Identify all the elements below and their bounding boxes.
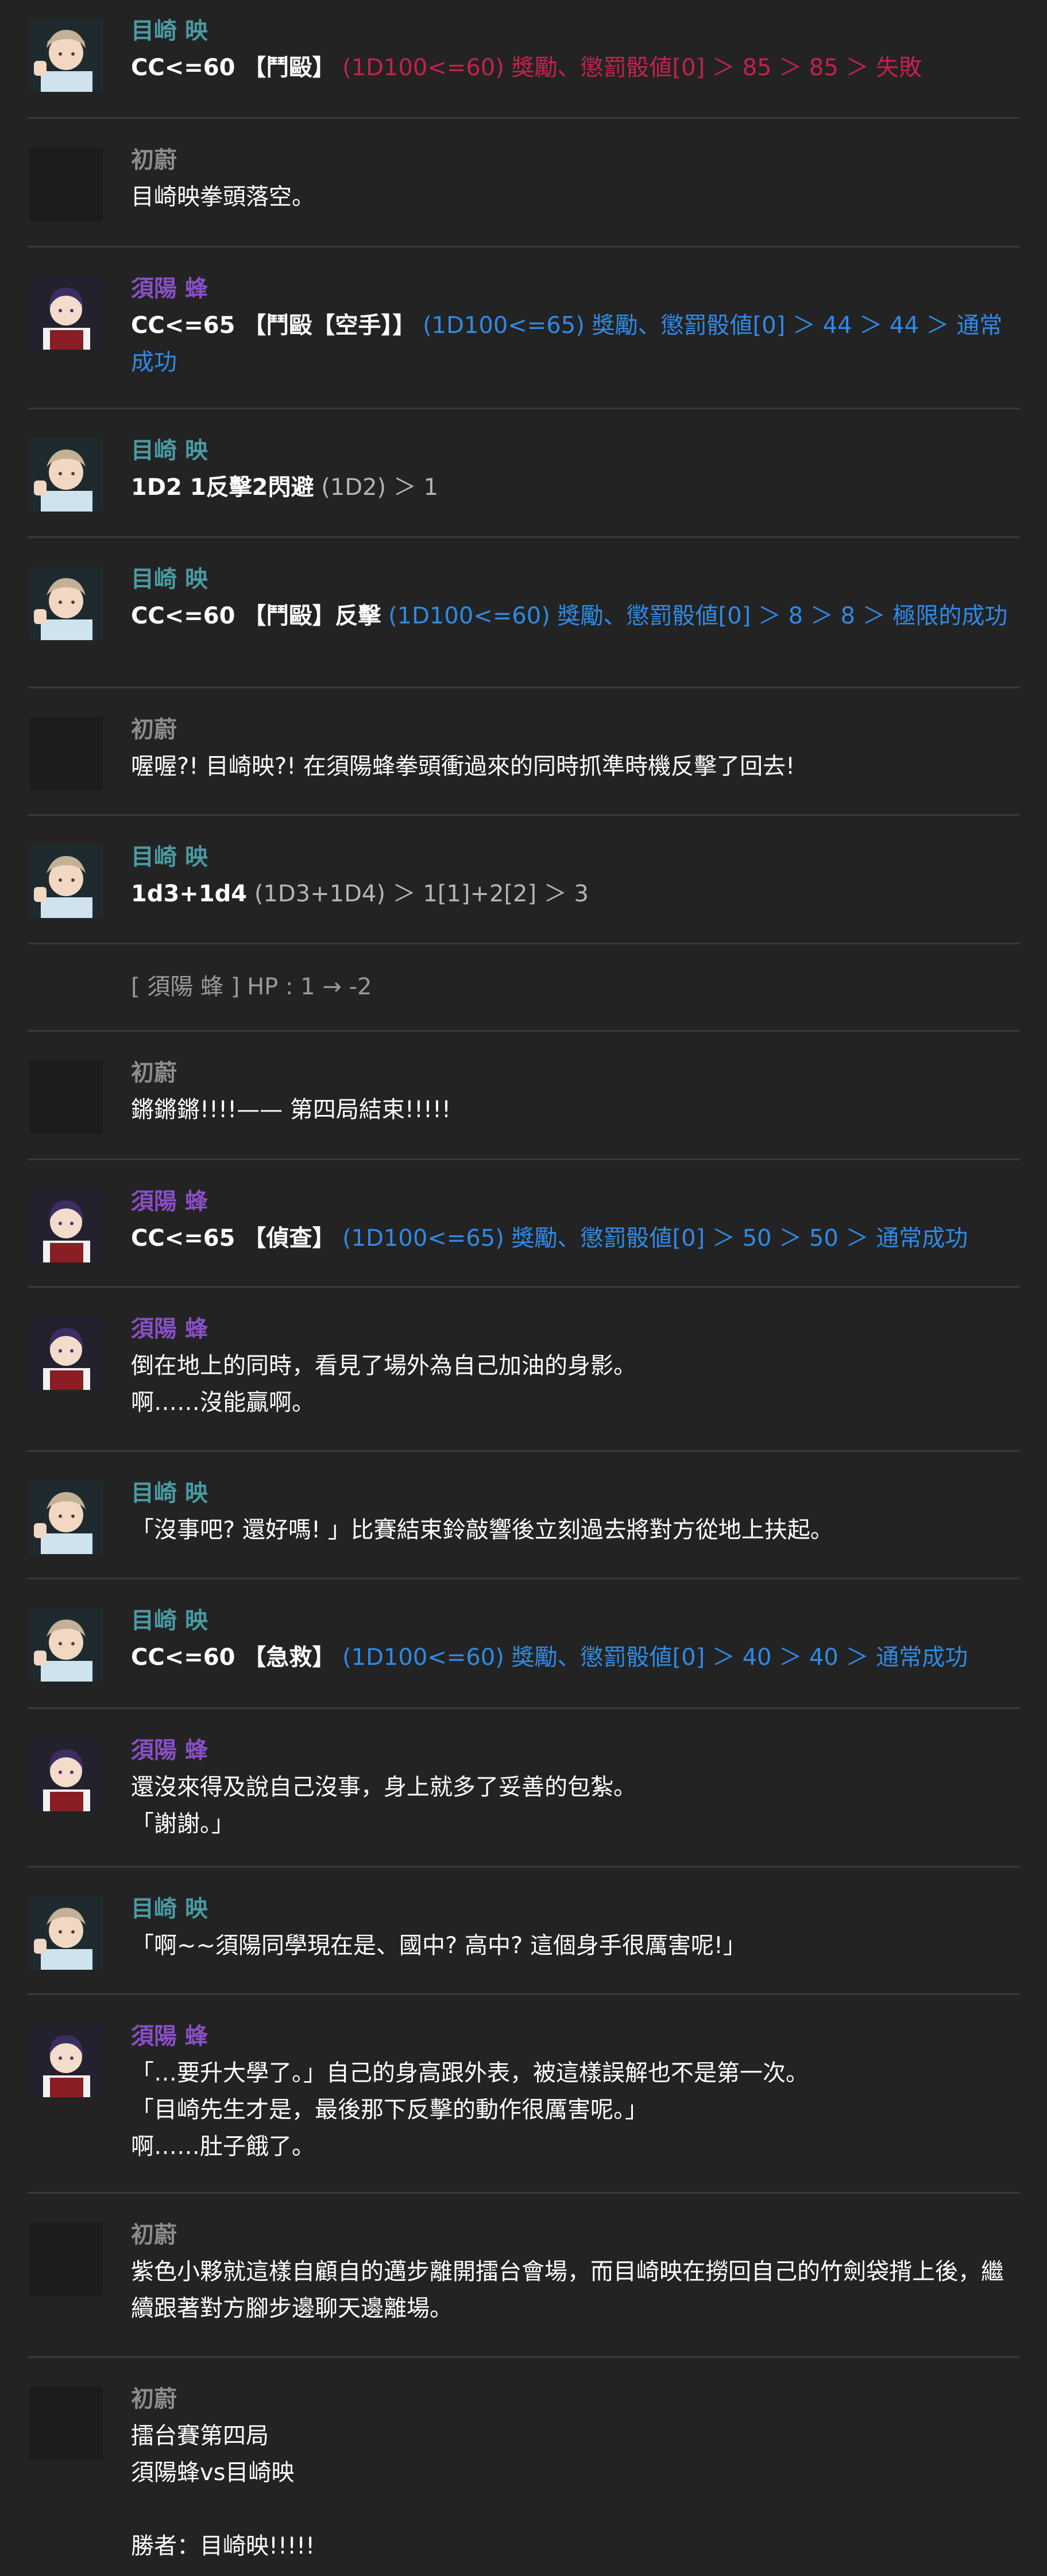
message-text: 「…要升大學了。」自己的身高跟外表，被這樣誤解也不是第一次。 「目崎先生才是，最… bbox=[131, 2060, 809, 2160]
avatar-suyo bbox=[29, 2024, 103, 2097]
speaker-name: 初蔚 bbox=[131, 2386, 177, 2412]
message-text: 喔喔?! 目崎映?! 在須陽蜂拳頭衝過來的同時抓準時機反擊了回去! bbox=[131, 753, 795, 780]
chat-message: 目崎 映 CC<=60 【急救】 (1D100<=60) 獎勵、懲罰骰値[0] … bbox=[28, 1579, 1019, 1709]
dice-roll-line: 1D2 1反擊2閃避 (1D2) ＞ 1 bbox=[131, 469, 1019, 506]
dice-command: CC<=60 【鬥毆】 bbox=[131, 55, 335, 81]
avatar-suyo bbox=[29, 276, 103, 350]
message-text: 倒在地上的同時，看見了場外為自己加油的身影。 啊……沒能贏啊。 bbox=[131, 1353, 636, 1416]
avatar-meguri bbox=[29, 567, 103, 640]
message-text: 「沒事吧? 還好嗎! 」比賽結束鈴敲響後立刻過去將對方從地上扶起。 bbox=[131, 1517, 833, 1543]
hp-change-text: [ 須陽 蜂 ] HP : 1 → -2 bbox=[131, 974, 372, 1000]
avatar-suyo bbox=[29, 1738, 103, 1811]
speaker-name: 目崎 映 bbox=[131, 1607, 208, 1634]
message-text: 擂台賽第四局 須陽蜂vs目崎映 勝者：目崎映!!!!! bbox=[131, 2423, 315, 2559]
dice-command: CC<=60 【鬥毆】反擊 bbox=[131, 603, 381, 629]
speaker-name: 初蔚 bbox=[131, 2222, 177, 2248]
avatar-blank bbox=[29, 2222, 103, 2296]
dice-result: (1D100<=60) 獎勵、懲罰骰値[0] ＞ 8 ＞ 8 ＞ 極限的成功 bbox=[388, 603, 1008, 629]
chat-message: 須陽 蜂 CC<=65 【偵查】 (1D100<=65) 獎勵、懲罰骰値[0] … bbox=[28, 1160, 1019, 1288]
speaker-name: 須陽 蜂 bbox=[131, 276, 208, 302]
avatar-meguri bbox=[29, 1896, 103, 1970]
speaker-name: 初蔚 bbox=[131, 147, 177, 173]
speaker-name: 目崎 映 bbox=[131, 1480, 208, 1506]
avatar-suyo bbox=[29, 1189, 103, 1262]
chat-message: 初蔚 目崎映拳頭落空。 bbox=[28, 119, 1019, 247]
chat-message: 初蔚 擂台賽第四局 須陽蜂vs目崎映 勝者：目崎映!!!!! bbox=[28, 2358, 1019, 2576]
avatar-meguri bbox=[29, 18, 103, 92]
avatar-blank bbox=[29, 148, 103, 221]
chat-message: 目崎 映 「啊~~須陽同學現在是、國中? 高中? 這個身手很厲害呢!」 bbox=[28, 1868, 1019, 1995]
system-message: [ 須陽 蜂 ] HP : 1 → -2 bbox=[28, 944, 1019, 1032]
chat-message: 初蔚 喔喔?! 目崎映?! 在須陽蜂拳頭衝過來的同時抓準時機反擊了回去! bbox=[28, 688, 1019, 816]
message-text: 鏘鏘鏘!!!!—— 第四局結束!!!!! bbox=[131, 1097, 451, 1123]
chat-message: 須陽 蜂 「…要升大學了。」自己的身高跟外表，被這樣誤解也不是第一次。 「目崎先… bbox=[28, 1995, 1019, 2194]
avatar-blank bbox=[29, 2387, 103, 2460]
speaker-name: 須陽 蜂 bbox=[131, 1188, 208, 1215]
dice-command: CC<=60 【急救】 bbox=[131, 1644, 335, 1671]
chat-message: 初蔚 鏘鏘鏘!!!!—— 第四局結束!!!!! bbox=[28, 1032, 1019, 1160]
speaker-name: 初蔚 bbox=[131, 716, 177, 743]
dice-roll-line: 1d3+1d4 (1D3+1D4) ＞ 1[1]+2[2] ＞ 3 bbox=[131, 876, 1019, 912]
dice-roll-line: CC<=60 【鬥毆】反擊 (1D100<=60) 獎勵、懲罰骰値[0] ＞ 8… bbox=[131, 598, 1019, 634]
dice-command: CC<=65 【鬥毆【空手】】 bbox=[131, 312, 416, 339]
dice-result: (1D3+1D4) ＞ 1[1]+2[2] ＞ 3 bbox=[254, 881, 589, 907]
dice-roll-line: CC<=65 【偵查】 (1D100<=65) 獎勵、懲罰骰値[0] ＞ 50 … bbox=[131, 1220, 1019, 1257]
speaker-name: 目崎 映 bbox=[131, 1896, 208, 1922]
message-text: 「啊~~須陽同學現在是、國中? 高中? 這個身手很厲害呢!」 bbox=[131, 1932, 746, 1959]
speaker-name: 目崎 映 bbox=[131, 437, 208, 464]
avatar-blank bbox=[29, 1060, 103, 1134]
dice-result: (1D100<=60) 獎勵、懲罰骰値[0] ＞ 85 ＞ 85 ＞ 失敗 bbox=[342, 55, 922, 81]
avatar-blank bbox=[29, 717, 103, 791]
chat-message: 須陽 蜂 還沒來得及說自己沒事，身上就多了妥善的包紮。 「謝謝。」 bbox=[28, 1709, 1019, 1868]
chat-message: 目崎 映 1d3+1d4 (1D3+1D4) ＞ 1[1]+2[2] ＞ 3 bbox=[28, 816, 1019, 944]
message-text: 目崎映拳頭落空。 bbox=[131, 184, 315, 210]
avatar-meguri bbox=[29, 845, 103, 918]
dice-roll-line: CC<=60 【鬥毆】 (1D100<=60) 獎勵、懲罰骰値[0] ＞ 85 … bbox=[131, 49, 1019, 86]
chat-message: 目崎 映 CC<=60 【鬥毆】反擊 (1D100<=60) 獎勵、懲罰骰値[0… bbox=[28, 538, 1019, 688]
dice-roll-line: CC<=65 【鬥毆【空手】】 (1D100<=65) 獎勵、懲罰骰値[0] ＞… bbox=[131, 307, 1019, 381]
dice-result: (1D100<=60) 獎勵、懲罰骰値[0] ＞ 40 ＞ 40 ＞ 通常成功 bbox=[342, 1644, 968, 1671]
chat-log: 目崎 映 CC<=60 【鬥毆】 (1D100<=60) 獎勵、懲罰骰値[0] … bbox=[0, 0, 1047, 2576]
dice-command: 1D2 1反擊2閃避 bbox=[131, 474, 314, 501]
chat-message: 初蔚 紫色小夥就這樣自顧自的邁步離開擂台會場，而目崎映在撈回自己的竹劍袋揹上後，… bbox=[28, 2194, 1019, 2358]
speaker-name: 須陽 蜂 bbox=[131, 1316, 208, 1342]
avatar-meguri bbox=[29, 438, 103, 512]
dice-result: (1D2) ＞ 1 bbox=[321, 474, 438, 501]
speaker-name: 目崎 映 bbox=[131, 18, 208, 44]
speaker-name: 目崎 映 bbox=[131, 844, 208, 870]
speaker-name: 初蔚 bbox=[131, 1060, 177, 1086]
chat-message: 目崎 映 「沒事吧? 還好嗎! 」比賽結束鈴敲響後立刻過去將對方從地上扶起。 bbox=[28, 1452, 1019, 1579]
dice-result: (1D100<=65) 獎勵、懲罰骰値[0] ＞ 50 ＞ 50 ＞ 通常成功 bbox=[342, 1225, 968, 1252]
speaker-name: 目崎 映 bbox=[131, 566, 208, 592]
dice-command: 1d3+1d4 bbox=[131, 881, 248, 907]
avatar-meguri bbox=[29, 1481, 103, 1554]
avatar-suyo bbox=[29, 1316, 103, 1390]
message-text: 還沒來得及說自己沒事，身上就多了妥善的包紮。 「謝謝。」 bbox=[131, 1774, 636, 1837]
chat-message: 目崎 映 CC<=60 【鬥毆】 (1D100<=60) 獎勵、懲罰骰値[0] … bbox=[28, 0, 1019, 119]
chat-message: 目崎 映 1D2 1反擊2閃避 (1D2) ＞ 1 bbox=[28, 409, 1019, 538]
dice-command: CC<=65 【偵查】 bbox=[131, 1225, 335, 1252]
chat-message: 須陽 蜂 倒在地上的同時，看見了場外為自己加油的身影。 啊……沒能贏啊。 bbox=[28, 1288, 1019, 1452]
speaker-name: 須陽 蜂 bbox=[131, 2023, 208, 2050]
avatar-meguri bbox=[29, 1608, 103, 1682]
dice-roll-line: CC<=60 【急救】 (1D100<=60) 獎勵、懲罰骰値[0] ＞ 40 … bbox=[131, 1639, 1019, 1676]
chat-message: 須陽 蜂 CC<=65 【鬥毆【空手】】 (1D100<=65) 獎勵、懲罰骰値… bbox=[28, 247, 1019, 409]
message-text: 紫色小夥就這樣自顧自的邁步離開擂台會場，而目崎映在撈回自己的竹劍袋揹上後，繼續跟… bbox=[131, 2259, 1004, 2322]
speaker-name: 須陽 蜂 bbox=[131, 1737, 208, 1764]
